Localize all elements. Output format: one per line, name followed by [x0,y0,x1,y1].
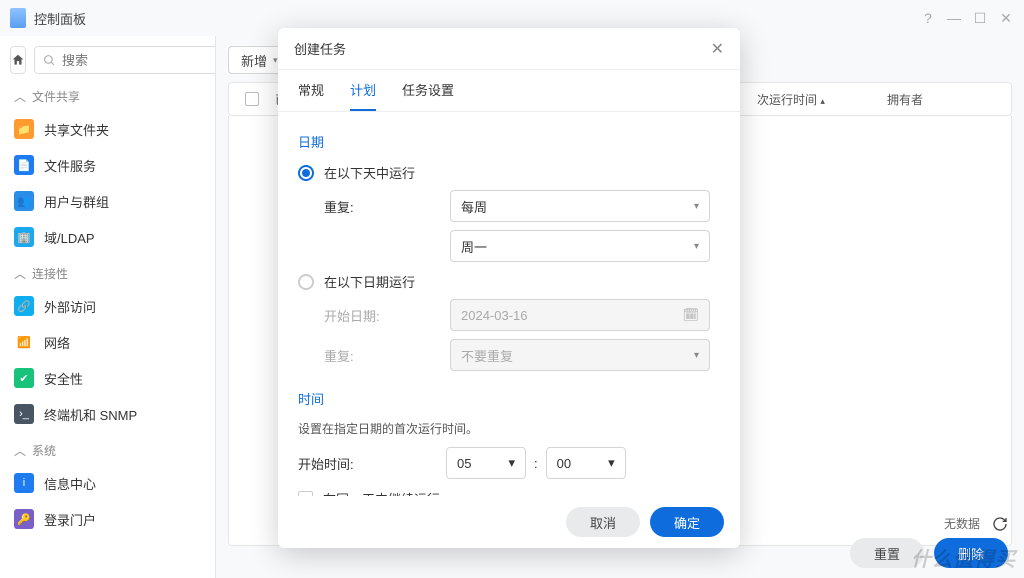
chevron-up-icon: ︿ [14,265,26,282]
file-icon: 📄 [14,155,34,175]
sidebar: ︿文件共享 📁共享文件夹 📄文件服务 👥用户与群组 🏢域/LDAP ︿连接性 🔗… [0,36,216,578]
label-repeat2: 重复: [298,346,438,365]
checkbox-icon [298,491,313,496]
help-icon[interactable]: ? [920,10,936,26]
refresh-icon[interactable] [992,516,1008,532]
ok-button[interactable]: 确定 [650,507,724,537]
minimize-icon[interactable]: — [946,10,962,26]
sidebar-item-users[interactable]: 👥用户与群组 [0,183,215,219]
sidebar-item-sec[interactable]: ✔安全性 [0,360,215,396]
col-owner[interactable]: 拥有者 [881,91,1001,108]
section-time-heading: 时间 [298,389,720,408]
sort-asc-icon: ▴ [820,96,825,106]
sidebar-item-info[interactable]: i信息中心 [0,465,215,501]
repeat2-select: 不要重复▾ [450,339,710,371]
calendar-icon: 🗓 [682,307,699,323]
start-date-input: 2024-03-16🗓 [450,299,710,331]
window-title: 控制面板 [34,9,910,28]
dialog-title: 创建任务 [294,39,711,58]
search-input-wrap[interactable] [34,46,216,74]
home-button[interactable] [10,46,26,74]
time-colon: : [534,456,538,471]
no-data-label: 无数据 [944,515,980,532]
terminal-icon: ›_ [14,404,34,424]
reset-button[interactable]: 重置 [850,538,924,568]
chevron-down-icon: ▾ [694,241,699,252]
chevron-down-icon: ▾ [508,455,515,471]
weekday-select[interactable]: 周一▾ [450,230,710,262]
domain-icon: 🏢 [14,227,34,247]
time-note: 设置在指定日期的首次运行时间。 [298,420,720,437]
same-day-checkbox-row[interactable]: 在同一天内继续运行 [298,489,720,496]
close-icon[interactable]: ✕ [998,10,1014,26]
sidebar-item-shared[interactable]: 📁共享文件夹 [0,111,215,147]
secondary-button[interactable]: 删除 [934,538,1008,568]
hour-select[interactable]: 05▾ [446,447,526,479]
tab-schedule[interactable]: 计划 [350,80,376,111]
search-icon [43,54,56,67]
create-task-dialog: 创建任务 ✕ 常规 计划 任务设置 日期 在以下天中运行 重复: 每周▾ 周一▾… [278,28,740,548]
col-nextrun[interactable]: 次运行时间 ▴ [751,91,881,108]
label-repeat: 重复: [298,197,438,216]
section-sys[interactable]: ︿系统 [0,432,215,465]
radio-run-days[interactable]: 在以下天中运行 [298,163,720,182]
chevron-down-icon: ▾ [608,455,615,471]
app-icon [10,8,26,28]
sidebar-item-portal[interactable]: 🔑登录门户 [0,501,215,537]
radio-off-icon [298,274,314,290]
chevron-up-icon: ︿ [14,88,26,105]
radio-run-date[interactable]: 在以下日期运行 [298,272,720,291]
section-date-heading: 日期 [298,132,720,151]
label-start-time: 开始时间: [298,454,438,473]
radio-on-icon [298,165,314,181]
repeat-select[interactable]: 每周▾ [450,190,710,222]
sidebar-item-filesvc[interactable]: 📄文件服务 [0,147,215,183]
cancel-button[interactable]: 取消 [566,507,640,537]
network-icon: 📶 [14,332,34,352]
sidebar-item-term[interactable]: ›_终端机和 SNMP [0,396,215,432]
section-conn[interactable]: ︿连接性 [0,255,215,288]
shield-icon: ✔ [14,368,34,388]
minute-select[interactable]: 00▾ [546,447,626,479]
sidebar-item-ldap[interactable]: 🏢域/LDAP [0,219,215,255]
sidebar-item-net[interactable]: 📶网络 [0,324,215,360]
search-input[interactable] [62,53,216,68]
folder-icon: 📁 [14,119,34,139]
dialog-close-icon[interactable]: ✕ [711,39,724,59]
info-icon: i [14,473,34,493]
chevron-down-icon: ▾ [273,55,278,66]
chevron-down-icon: ▾ [694,350,699,361]
maximize-icon[interactable]: ☐ [972,10,988,26]
tab-general[interactable]: 常规 [298,80,324,111]
sidebar-item-ext[interactable]: 🔗外部访问 [0,288,215,324]
label-start-date: 开始日期: [298,306,438,325]
link-icon: 🔗 [14,296,34,316]
tab-task[interactable]: 任务设置 [402,80,454,111]
section-file[interactable]: ︿文件共享 [0,78,215,111]
select-all-checkbox[interactable] [245,92,259,106]
users-icon: 👥 [14,191,34,211]
chevron-up-icon: ︿ [14,442,26,459]
portal-icon: 🔑 [14,509,34,529]
chevron-down-icon: ▾ [694,201,699,212]
